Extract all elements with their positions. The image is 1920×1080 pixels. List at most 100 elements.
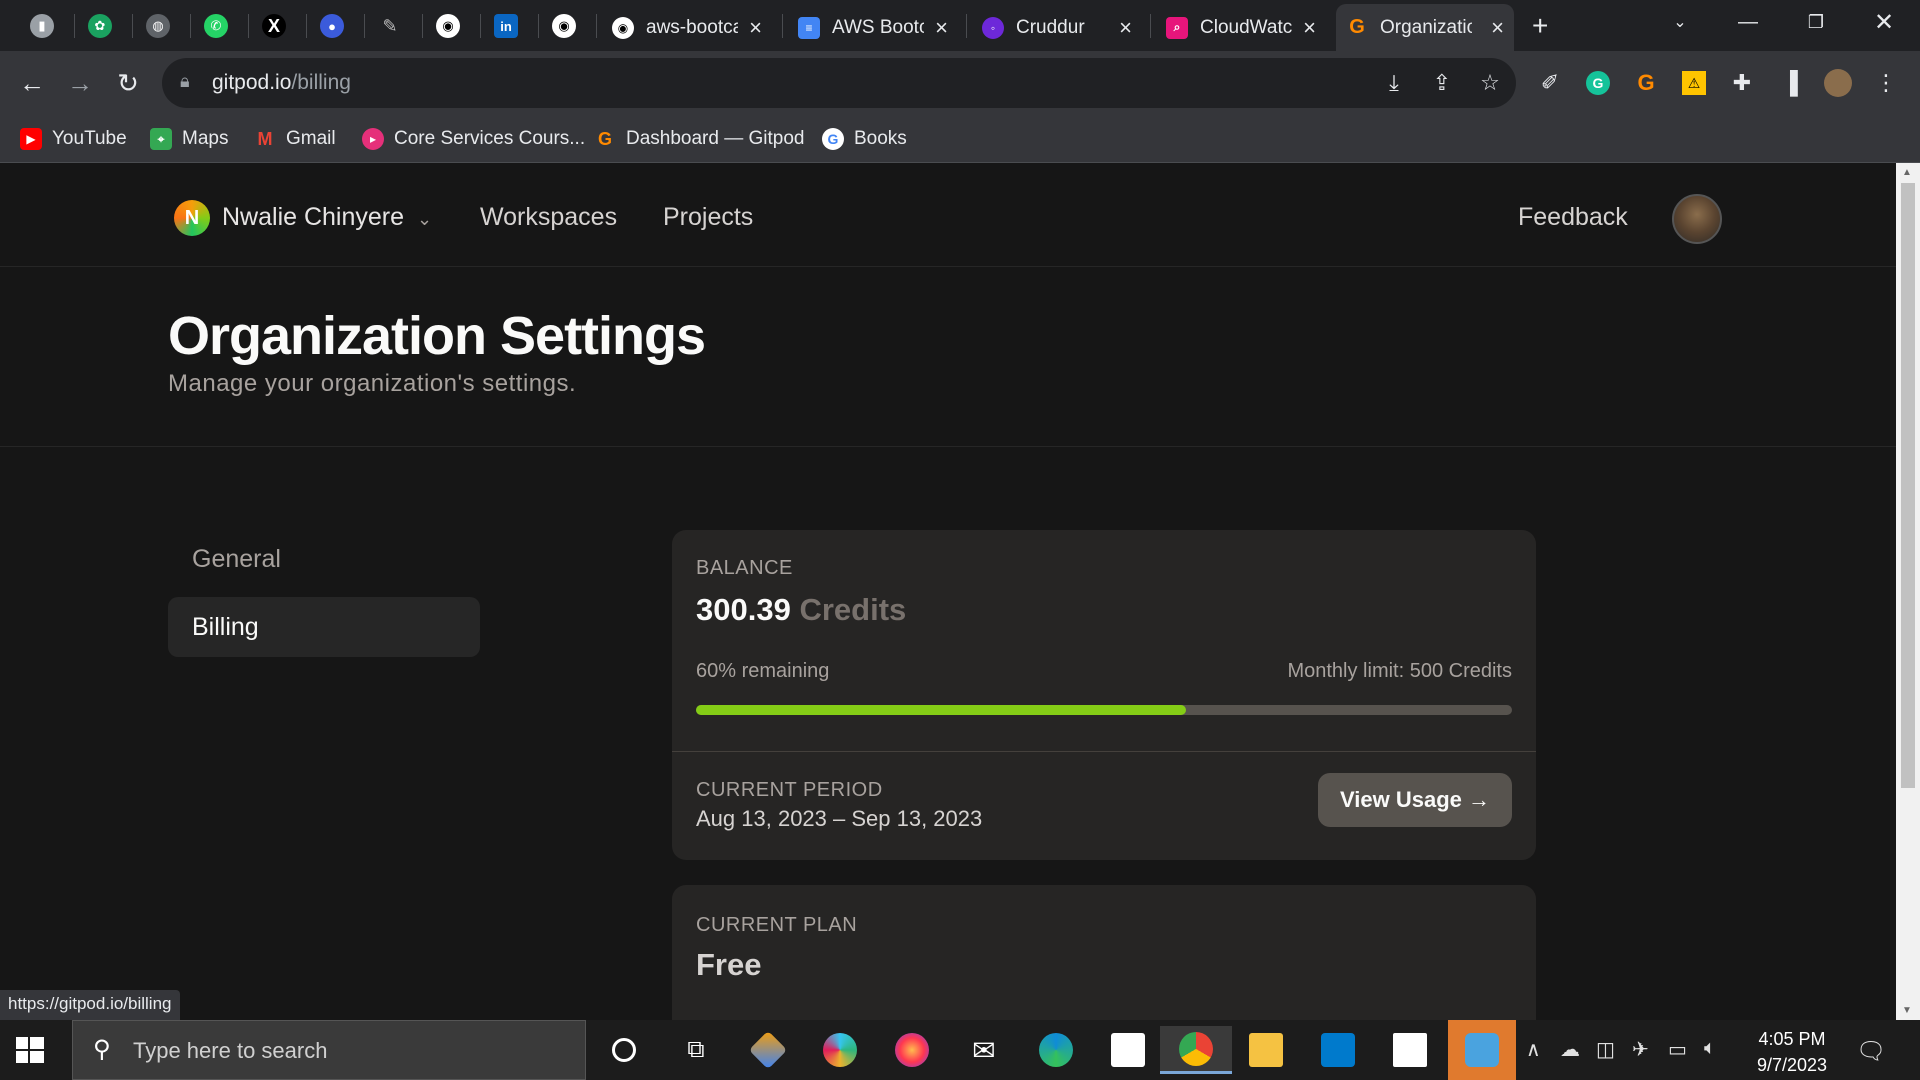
tray-chevron-icon[interactable]: ∧	[1526, 1037, 1541, 1062]
tab-cruddur[interactable]: ◦ Cruddur ×	[972, 4, 1142, 51]
taskbar-search[interactable]: ⚲ Type here to search	[72, 1020, 586, 1080]
tab-separator	[132, 14, 133, 38]
taskbar-clock[interactable]: 4:05 PM 9/7/2023	[1752, 1026, 1832, 1078]
x-twitter-icon: X	[262, 14, 286, 38]
scroll-down-icon[interactable]: ▼	[1902, 1005, 1912, 1016]
pinned-tab-1[interactable]: ▮	[20, 8, 64, 44]
plan-card: CURRENT PLAN Free	[672, 885, 1536, 1020]
pinned-tab-7[interactable]: ✎	[368, 8, 412, 44]
windows-start-icon[interactable]	[14, 1034, 46, 1066]
taskbar-app-vscode[interactable]	[1310, 1026, 1366, 1074]
cruddur-icon: ◦	[982, 16, 1004, 39]
browser-tab-strip: ▮ ✿ ◍ ✆ X ● ✎ ◉ in ◉ ◉ aws-bootcamp × ≡ …	[0, 0, 1920, 51]
close-window-icon[interactable]: ✕	[1850, 0, 1918, 44]
bookmark-books[interactable]: G Books	[822, 123, 907, 155]
address-bar[interactable]: 🔒︎ gitpod.io/billing ⤓ ⇪ ☆	[162, 58, 1516, 108]
task-view-icon[interactable]: ⧉	[668, 1026, 724, 1074]
notifications-icon[interactable]: 🗨︎	[1856, 1037, 1886, 1066]
bookmark-maps[interactable]: ⌖ Maps	[150, 123, 228, 155]
menu-dots-icon[interactable]: ⋮	[1870, 67, 1902, 99]
bookmark-youtube[interactable]: ▶ YouTube	[20, 123, 127, 155]
taskbar-app-firefox[interactable]	[884, 1026, 940, 1074]
tab-title: AWS Bootcamp	[832, 16, 924, 38]
feedback-link[interactable]: Feedback	[1518, 203, 1628, 232]
new-tab-icon[interactable]: +	[1532, 10, 1548, 42]
taskbar-app-active[interactable]	[1448, 1020, 1516, 1080]
tab-aws-bootcamp-repo[interactable]: ◉ aws-bootcamp ×	[602, 4, 772, 51]
share-icon[interactable]: ⇪	[1426, 67, 1458, 99]
link-status-bubble: https://gitpod.io/billing	[0, 990, 180, 1020]
pinned-tab-2[interactable]: ✿	[78, 8, 122, 44]
taskbar-app-photos[interactable]	[1382, 1026, 1438, 1074]
pinned-tab-4[interactable]: ✆	[194, 8, 238, 44]
taskbar-app-store[interactable]	[1100, 1026, 1156, 1074]
pinned-tab-3[interactable]: ◍	[136, 8, 180, 44]
gitpod-extension-icon[interactable]: G	[1630, 67, 1662, 99]
search-icon: ⚲	[93, 1036, 111, 1063]
restore-icon[interactable]: ❐	[1782, 0, 1850, 44]
pinned-tab-10[interactable]: ◉	[542, 8, 586, 44]
extension-icon[interactable]: ⚠	[1682, 71, 1706, 95]
close-icon[interactable]: ×	[1119, 15, 1132, 41]
bookmark-gmail[interactable]: M Gmail	[254, 123, 336, 155]
taskbar-app-slack[interactable]	[812, 1026, 868, 1074]
pinned-tab-5[interactable]: X	[252, 8, 296, 44]
nav-workspaces[interactable]: Workspaces	[480, 203, 617, 232]
eyedropper-icon[interactable]: ✐	[1534, 67, 1566, 99]
close-icon[interactable]: ×	[1303, 15, 1316, 41]
install-app-icon[interactable]: ⤓	[1378, 67, 1410, 99]
github-icon: ◉	[436, 14, 460, 38]
user-avatar[interactable]	[1672, 194, 1722, 244]
sidebar-item-general[interactable]: General	[168, 529, 480, 589]
scrollbar-thumb[interactable]	[1901, 183, 1915, 788]
pinned-tab-8[interactable]: ◉	[426, 8, 470, 44]
bookmark-label: Dashboard — Gitpod	[626, 128, 805, 149]
bookmark-gitpod-dashboard[interactable]: G Dashboard — Gitpod	[594, 123, 805, 155]
org-avatar[interactable]: N	[174, 200, 210, 236]
pinned-tab-9[interactable]: in	[484, 8, 528, 44]
tab-title: aws-bootcamp	[646, 16, 738, 38]
taskbar-app-explorer[interactable]	[1238, 1026, 1294, 1074]
bookmark-core-services[interactable]: ▸ Core Services Cours...	[362, 123, 585, 155]
taskbar-app-chrome[interactable]	[1160, 1026, 1232, 1074]
side-panel-icon[interactable]: ▐	[1774, 67, 1806, 99]
profile-avatar[interactable]	[1824, 69, 1852, 97]
taskbar-app-edge[interactable]	[1028, 1026, 1084, 1074]
taskbar-app-mail[interactable]: ✉	[956, 1026, 1012, 1074]
tab-search-icon[interactable]: ⌄	[1646, 0, 1714, 44]
close-icon[interactable]: ×	[749, 15, 762, 41]
feather-icon: ✎	[382, 15, 398, 36]
minimize-icon[interactable]: —	[1714, 0, 1782, 44]
network-icon[interactable]: ◫	[1596, 1037, 1615, 1062]
org-switcher[interactable]: Nwalie Chinyere ⌄	[222, 203, 432, 232]
volume-icon[interactable]: 🔈︎	[1704, 1037, 1716, 1060]
bookmark-star-icon[interactable]: ☆	[1474, 67, 1506, 99]
sidebar-item-billing[interactable]: Billing	[168, 597, 480, 657]
nav-projects[interactable]: Projects	[663, 203, 753, 232]
page-scrollbar[interactable]: ▲ ▼	[1896, 163, 1920, 1020]
battery-icon[interactable]: ▭	[1668, 1037, 1687, 1062]
back-icon[interactable]: ←	[14, 65, 50, 101]
tab-organization-settings[interactable]: G Organization Settings ×	[1336, 4, 1514, 51]
scroll-up-icon[interactable]: ▲	[1902, 167, 1912, 178]
cortana-icon[interactable]	[596, 1026, 652, 1074]
onedrive-icon[interactable]: ☁	[1560, 1037, 1580, 1062]
forward-icon[interactable]: →	[62, 65, 98, 101]
puzzle-icon[interactable]: ✚	[1726, 67, 1758, 99]
page-header: Organization Settings Manage your organi…	[0, 267, 1896, 447]
pinned-tab-6[interactable]: ●	[310, 8, 354, 44]
view-usage-button[interactable]: View Usage →	[1318, 773, 1512, 827]
taskbar-app-git[interactable]	[740, 1026, 796, 1074]
tab-aws-bootcamp-doc[interactable]: ≡ AWS Bootcamp ×	[788, 4, 958, 51]
close-icon[interactable]: ×	[1491, 15, 1504, 41]
period-value: Aug 13, 2023 – Sep 13, 2023	[696, 806, 983, 831]
page-title: Organization Settings	[168, 306, 706, 366]
tab-cloudwatch[interactable]: ⌕ CloudWatch ×	[1156, 4, 1326, 51]
org-name: Nwalie Chinyere	[222, 203, 405, 231]
tab-title: CloudWatch	[1200, 16, 1292, 38]
gmail-icon: M	[257, 128, 273, 149]
airplane-icon[interactable]: ✈	[1632, 1037, 1649, 1062]
reload-icon[interactable]: ↻	[110, 65, 146, 101]
grammarly-icon[interactable]: G	[1586, 71, 1610, 95]
close-icon[interactable]: ×	[935, 15, 948, 41]
